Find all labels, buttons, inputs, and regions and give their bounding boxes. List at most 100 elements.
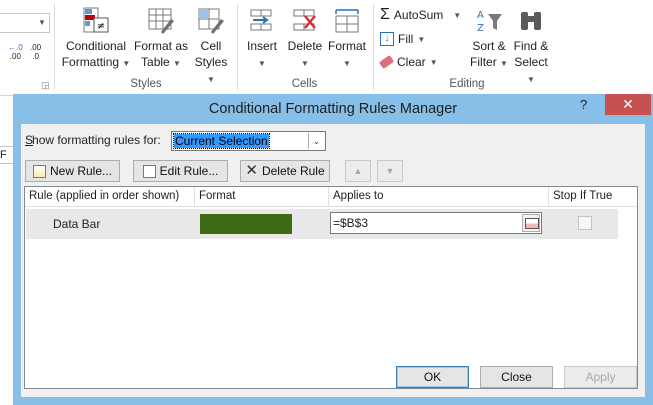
autosum-label: AutoSum [393, 8, 444, 22]
find-select-label-2: Select [514, 55, 548, 69]
increase-decimal-icon: .00 [30, 43, 42, 52]
rule-row[interactable]: Data Bar =$B$3 [26, 209, 618, 239]
rules-list[interactable]: Rule (applied in order shown) Format App… [24, 186, 638, 389]
sort-filter-icon: A Z [477, 10, 502, 34]
close-icon[interactable]: ✕ [605, 94, 651, 115]
delete-button[interactable]: Delete ▼ [284, 6, 326, 72]
column-header-applies-to[interactable]: Applies to [329, 187, 549, 206]
conditional-formatting-label: Conditional [65, 39, 127, 53]
collapse-dialog-button[interactable] [522, 214, 540, 232]
styles-group-label: Styles [130, 78, 162, 90]
format-as-table-label: Format as [133, 39, 188, 53]
delete-x-icon: ✕ [245, 162, 258, 179]
dialog-title: Conditional Formatting Rules Manager [208, 101, 458, 117]
show-rules-selected-value: Current Selection [173, 133, 270, 149]
eraser-icon [378, 54, 395, 70]
chevron-down-icon: ▼ [258, 59, 266, 68]
applies-to-value: =$B$3 [333, 216, 369, 230]
insert-label: Insert [246, 39, 277, 53]
delete-cells-icon [293, 9, 316, 31]
show-rules-label-text: how formatting rules for: [32, 133, 161, 147]
chevron-down-icon: ▼ [301, 59, 309, 68]
show-rules-select[interactable]: Current Selection ⌄ [171, 131, 326, 151]
ribbon: ▼ ←.0 .00 .00 .0 ◲ ≠ Conditional Formatt… [0, 0, 653, 96]
ok-button[interactable]: OK [396, 366, 469, 388]
fill-label: Fill [398, 32, 414, 46]
conditional-formatting-button[interactable]: ≠ Conditional Formatting ▼ [60, 6, 132, 72]
ok-label: OK [423, 370, 442, 384]
chevron-down-icon[interactable]: ⌄ [308, 133, 324, 149]
clear-button[interactable]: Clear ▼ [378, 54, 438, 70]
chevron-down-icon: ▼ [417, 34, 426, 44]
cell-styles-label: Cell [200, 39, 222, 53]
edit-rule-icon [142, 164, 156, 178]
rules-manager-dialog: Conditional Formatting Rules Manager ? ✕… [13, 94, 653, 405]
format-cells-icon [335, 9, 359, 33]
delete-rule-button[interactable]: ✕ Delete Rule [240, 160, 330, 182]
group-separator [373, 4, 374, 90]
increase-decimal-button[interactable]: .00 .0 [30, 44, 41, 61]
sort-filter-label: Sort & [472, 39, 506, 53]
move-up-button[interactable]: ▲ [345, 160, 371, 182]
formula-bar-fragment: F [0, 146, 14, 164]
dialog-title-bar[interactable]: Conditional Formatting Rules Manager ? ✕ [13, 94, 653, 124]
move-down-button[interactable]: ▼ [377, 160, 403, 182]
autosum-button[interactable]: Σ AutoSum ▼ [380, 6, 461, 23]
dialog-launcher-icon[interactable]: ◲ [41, 80, 50, 91]
arrow-up-icon: ▲ [353, 166, 363, 176]
applies-to-field[interactable]: =$B$3 [330, 212, 542, 234]
sort-filter-label-2: Filter [470, 55, 497, 69]
arrow-down-icon: ▼ [385, 166, 395, 176]
edit-rule-button[interactable]: Edit Rule... [133, 160, 228, 182]
number-format-dropdown[interactable]: ▼ [0, 13, 50, 33]
format-preview [200, 214, 292, 234]
format-button[interactable]: Format ▼ [326, 6, 368, 72]
help-button[interactable]: ? [580, 97, 587, 112]
format-label: Format [327, 39, 366, 53]
insert-cells-icon [250, 9, 272, 31]
column-header-stop-if-true[interactable]: Stop If True [549, 187, 617, 206]
range-selector-icon [525, 218, 539, 229]
fill-down-icon: ↓ [380, 32, 394, 46]
fill-button[interactable]: ↓ Fill ▼ [380, 32, 425, 46]
rule-name: Data Bar [53, 217, 101, 231]
clear-label: Clear [397, 55, 426, 69]
column-header-rule[interactable]: Rule (applied in order shown) [25, 187, 195, 206]
header-divider [25, 206, 637, 207]
svg-text:A: A [477, 10, 484, 21]
column-header-format[interactable]: Format [195, 187, 329, 206]
format-as-table-icon [148, 8, 174, 34]
sigma-icon: Σ [380, 6, 390, 23]
cell-styles-label-2: Styles [194, 55, 228, 69]
group-separator [54, 4, 55, 90]
cells-group-label: Cells [291, 78, 318, 90]
format-as-table-button[interactable]: Format as Table ▼ [132, 6, 190, 72]
binoculars-icon [521, 12, 541, 30]
stop-if-true-checkbox[interactable] [578, 216, 592, 230]
conditional-formatting-icon: ≠ [83, 7, 109, 33]
insert-button[interactable]: Insert ▼ [241, 6, 283, 72]
cell-styles-icon [198, 8, 224, 34]
format-as-table-label-2: Table [141, 55, 170, 69]
new-rule-button[interactable]: New Rule... [25, 160, 120, 182]
new-rule-label: New Rule... [49, 164, 113, 178]
apply-button[interactable]: Apply [564, 366, 637, 388]
delete-label: Delete [287, 39, 323, 53]
conditional-formatting-label-2: Formatting [61, 55, 120, 69]
chevron-down-icon: ▼ [173, 59, 181, 68]
svg-text:Z: Z [477, 23, 484, 34]
find-select-button[interactable]: Find & Select ▼ [510, 6, 552, 88]
dialog-client-area: Show formatting rules for: Current Selec… [21, 124, 645, 397]
delete-rule-label: Delete Rule [261, 164, 325, 178]
group-separator [237, 4, 238, 90]
find-select-label: Find & [513, 39, 549, 53]
chevron-down-icon: ▼ [343, 59, 351, 68]
decrease-decimal-button[interactable]: ←.0 .00 [8, 44, 23, 61]
cell-styles-button[interactable]: Cell Styles ▼ [190, 6, 232, 88]
close-button[interactable]: Close [480, 366, 553, 388]
close-label: Close [501, 370, 532, 384]
new-rule-icon [32, 164, 46, 178]
apply-label: Apply [585, 370, 616, 384]
chevron-down-icon: ▼ [38, 18, 46, 27]
sort-filter-button[interactable]: A Z Sort & Filter ▼ [468, 6, 510, 72]
